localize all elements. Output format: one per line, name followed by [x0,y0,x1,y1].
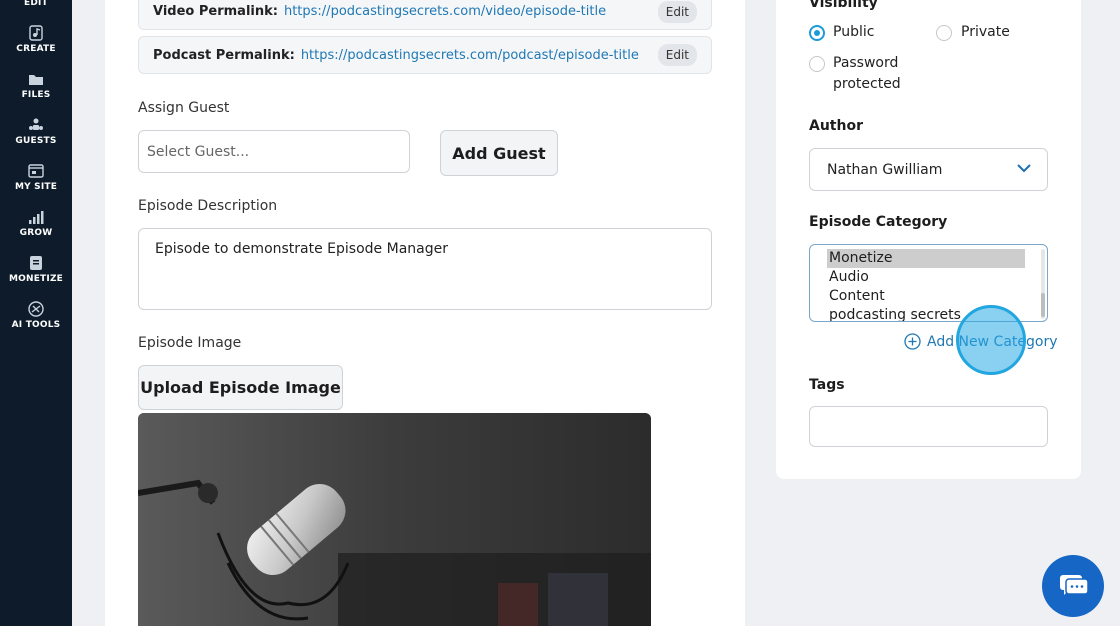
author-select-value: Nathan Gwilliam [827,161,943,178]
add-guest-button[interactable]: Add Guest [440,130,558,176]
sidebar-item-grow[interactable]: GROW [0,208,72,238]
tags-input[interactable] [809,406,1048,447]
sidebar-item-guests[interactable]: GUESTS [0,116,72,146]
visibility-private-radio[interactable] [936,25,952,41]
video-permalink-label: Video Permalink: [153,3,278,19]
author-select[interactable]: Nathan Gwilliam [809,148,1048,191]
episode-image-preview [138,413,651,626]
monetize-icon [30,256,42,270]
sidebar-item-label: MY SITE [14,182,58,192]
visibility-public-radio[interactable] [809,25,825,41]
visibility-password-label-line2: protected [833,76,901,92]
episode-description-label: Episode Description [138,198,278,214]
video-permalink-edit-button[interactable]: Edit [657,1,697,23]
visibility-label: Visibility [809,0,878,11]
chevron-down-icon [1017,164,1031,173]
assign-guest-label: Assign Guest [138,100,230,116]
chat-icon [1060,575,1088,595]
category-option-monetize[interactable]: Monetize [827,249,1025,268]
sidebar-item-ai-tools[interactable]: AI TOOLS [0,300,72,330]
author-label: Author [809,118,863,134]
bar-chart-icon [29,211,44,224]
sidebar-item-monetize[interactable]: MONETIZE [0,254,72,284]
video-permalink-row: Video Permalink: https://podcastingsecre… [138,0,712,30]
sidebar-item-label: GROW [19,228,53,238]
category-option-audio[interactable]: Audio [827,268,1025,287]
sidebar-item-label: MONETIZE [8,274,64,284]
sidebar-item-label: FILES [21,90,51,100]
episode-form-panel: Video Permalink: https://podcastingsecre… [105,0,745,626]
sidebar-item-edit[interactable]: EDIT [0,0,72,8]
sidebar-item-files[interactable]: FILES [0,70,72,100]
sidebar-item-label: GUESTS [15,136,57,146]
episode-image-label: Episode Image [138,335,242,351]
visibility-public-label: Public [833,24,875,40]
visibility-password-label-line1: Password [833,55,899,71]
select-guest-input[interactable]: Select Guest... [138,130,410,173]
sidebar-item-label: EDIT [24,0,48,8]
visibility-private-label: Private [961,24,1010,40]
chat-widget-button[interactable] [1042,555,1104,617]
episode-category-label: Episode Category [809,214,948,230]
episode-category-listbox[interactable]: Monetize Audio Content podcasting secret… [809,244,1048,322]
upload-episode-image-button[interactable]: Upload Episode Image [138,365,343,410]
episode-description-textarea[interactable]: Episode to demonstrate Episode Manager [138,228,712,310]
microphone-image [138,413,651,626]
podcast-permalink-link[interactable]: https://podcastingsecrets.com/podcast/ep… [301,48,639,63]
guests-icon [29,118,43,130]
sidebar-item-label: AI TOOLS [11,320,61,330]
sidebar-item-create[interactable]: CREATE [0,24,72,54]
tags-label: Tags [809,377,845,393]
podcast-permalink-label: Podcast Permalink: [153,47,295,63]
category-option-content[interactable]: Content [827,287,1025,306]
visibility-password-radio[interactable] [809,56,825,72]
podcast-permalink-edit-button[interactable]: Edit [657,44,697,66]
sidebar-item-label: CREATE [16,44,56,54]
ai-tools-icon [28,301,44,317]
video-permalink-link[interactable]: https://podcastingsecrets.com/video/epis… [284,4,606,19]
sidebar: EDIT CREATE FILES GUESTS MY SITE GROW MO… [0,0,72,626]
folder-icon [29,75,43,85]
episode-settings-panel: Visibility Public Private Password prote… [776,0,1081,479]
click-highlight [956,305,1026,375]
podcast-permalink-row: Podcast Permalink: https://podcastingsec… [138,36,712,74]
website-icon [28,164,44,178]
sidebar-item-my-site[interactable]: MY SITE [0,162,72,192]
category-scrollbar[interactable] [1041,249,1045,319]
plus-circle-icon [904,333,921,350]
music-note-icon [29,25,43,41]
